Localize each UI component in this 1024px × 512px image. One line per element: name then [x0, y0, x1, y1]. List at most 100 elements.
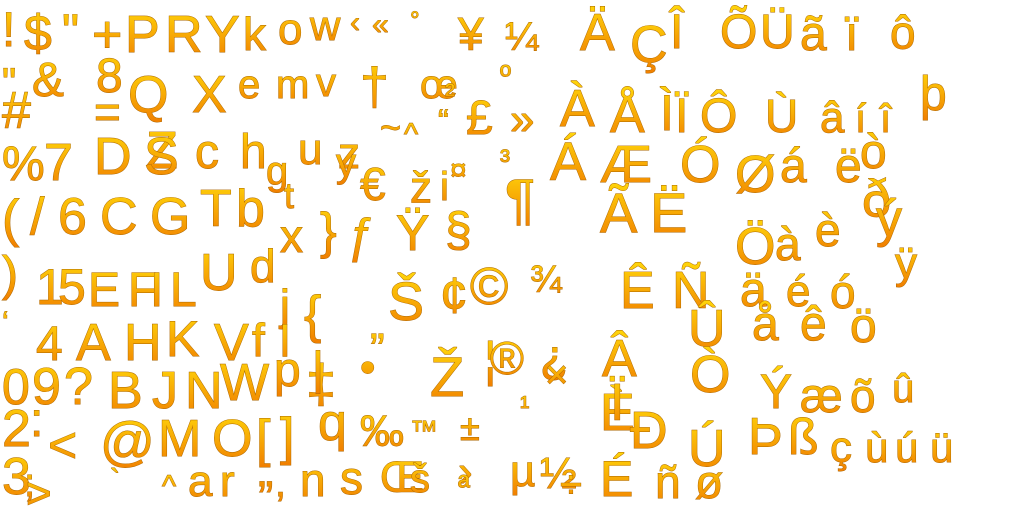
glyph: ‹	[350, 6, 360, 39]
glyph: ¾	[530, 259, 563, 301]
glyph: à	[775, 218, 801, 270]
glyph: ö	[850, 300, 877, 353]
glyph: _	[79, 463, 109, 512]
glyph: Ø	[735, 146, 775, 204]
glyph: á	[780, 140, 807, 193]
glyph: Þ	[748, 408, 783, 466]
glyph: }	[320, 203, 337, 259]
glyph: $	[24, 5, 52, 61]
glyph: `	[110, 464, 120, 497]
glyph: ¹	[520, 391, 529, 422]
glyph: ²	[445, 78, 455, 111]
glyph: ?	[64, 358, 93, 416]
glyph: ç	[830, 423, 852, 472]
glyph: ×	[545, 353, 568, 397]
glyph: Ã	[600, 181, 638, 244]
glyph: x	[280, 210, 303, 262]
glyph: W	[220, 354, 269, 412]
glyph: Ò	[690, 346, 730, 404]
glyph: ø	[695, 456, 723, 508]
glyph: µ	[510, 447, 535, 496]
glyph: ¶	[505, 167, 535, 230]
glyph: y	[336, 141, 356, 185]
glyph: m	[276, 63, 309, 107]
glyph-atlas: ! $ " + P R Yk o w ‹ «° ¥ ¼ Ä Ç Î Õ Üã ï ô" & 8 Q Xe m v † œ ºÀ Å Ì Ï Ô Ù…	[2, 2, 954, 512]
glyph: Ž	[430, 345, 464, 408]
glyph: Ä	[580, 4, 615, 62]
glyph: r	[220, 457, 235, 506]
glyph: C	[100, 188, 138, 246]
glyph: ª	[458, 469, 470, 505]
glyph: Ì	[660, 85, 674, 141]
glyph: "	[62, 6, 79, 59]
glyph: c	[195, 126, 219, 179]
glyph: 7	[44, 134, 73, 192]
glyph: É	[600, 451, 633, 507]
glyph: v	[316, 61, 336, 105]
glyph: I	[150, 264, 163, 317]
glyph: ~	[380, 107, 401, 148]
glyph: P	[125, 6, 160, 64]
glyph: q	[318, 394, 347, 452]
glyph: õ	[850, 370, 876, 422]
glyph: s	[340, 452, 363, 504]
glyph: ¢	[440, 267, 468, 323]
glyph: þ	[920, 68, 947, 121]
glyph: (	[2, 190, 20, 248]
glyph: u	[298, 125, 322, 174]
glyph: i	[440, 165, 449, 209]
glyph: Q	[128, 66, 168, 124]
glyph: o	[278, 5, 302, 54]
glyph: å	[752, 298, 779, 351]
glyph: h	[240, 126, 267, 179]
glyph: ú	[895, 424, 918, 471]
glyph: b	[236, 180, 265, 238]
glyph: §	[445, 204, 472, 257]
glyph: £	[466, 92, 493, 145]
glyph: ã	[800, 8, 827, 61]
glyph: G	[150, 188, 190, 246]
glyph: ñ	[655, 456, 681, 508]
glyph: ™	[410, 415, 438, 446]
glyph: d	[250, 240, 276, 292]
glyph: k	[243, 8, 267, 60]
glyph: û	[892, 367, 914, 411]
glyph: K	[166, 311, 199, 367]
glyph: Î	[668, 6, 685, 59]
glyph: Ù	[765, 90, 798, 142]
glyph: Ô	[700, 89, 737, 143]
glyph: @	[100, 412, 155, 472]
glyph: ë	[835, 140, 862, 193]
glyph: ô	[890, 6, 916, 58]
glyph: Ï	[610, 374, 625, 432]
glyph: w	[309, 2, 341, 49]
glyph: °	[410, 7, 420, 34]
glyph: €	[360, 158, 386, 210]
glyph: è	[815, 204, 841, 256]
glyph: R	[165, 6, 203, 64]
glyph: ]	[280, 408, 294, 466]
glyph: 6	[58, 188, 87, 246]
glyph: ù	[865, 424, 888, 471]
glyph: ¤	[450, 154, 467, 187]
glyph: X	[192, 66, 227, 124]
glyph: Š	[388, 272, 424, 332]
glyph: Á	[550, 132, 586, 192]
glyph: «	[372, 8, 389, 41]
glyph: T	[200, 180, 232, 238]
glyph: !	[2, 4, 15, 57]
glyph: š	[410, 457, 430, 501]
glyph: D	[94, 128, 132, 186]
glyph: Ÿ	[396, 205, 429, 261]
glyph: n	[300, 454, 326, 506]
glyph: <	[48, 417, 77, 473]
glyph: Ë	[650, 181, 687, 244]
glyph: |	[312, 342, 324, 394]
glyph: a	[188, 457, 213, 506]
glyph: ü	[930, 424, 953, 471]
glyph: „	[258, 444, 273, 496]
glyph: Ð	[630, 402, 668, 460]
glyph: Ü	[760, 6, 795, 59]
glyph: S	[144, 128, 179, 186]
glyph: Y	[205, 6, 240, 64]
